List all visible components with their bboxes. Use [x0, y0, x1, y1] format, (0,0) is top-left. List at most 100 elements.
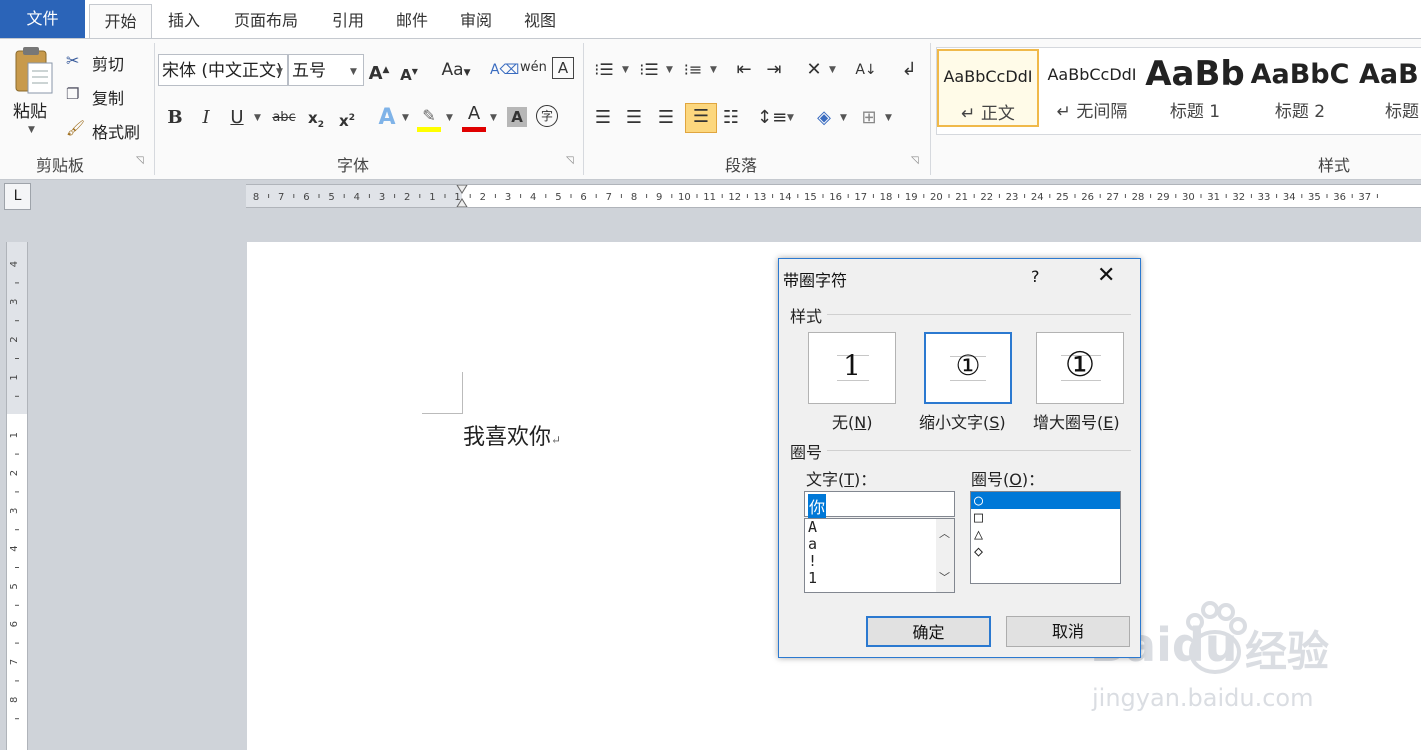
bullets-dropdown-icon[interactable]: ▼ — [622, 65, 629, 75]
style-shrink-label[interactable]: 缩小文字(S) — [919, 409, 1006, 433]
shape-list-item[interactable]: ○ — [971, 492, 1120, 509]
scroll-up-icon[interactable]: ︿ — [939, 525, 950, 541]
clear-formatting-icon[interactable]: A⌫ — [490, 57, 519, 83]
subscript-icon[interactable]: x2 — [303, 105, 329, 131]
scroll-down-icon[interactable]: ﹀ — [939, 569, 950, 585]
style-option-shrink-text[interactable]: ① — [924, 332, 1012, 404]
font-color-icon[interactable]: A — [461, 101, 487, 127]
borders-icon[interactable]: ⊞ — [856, 105, 882, 131]
text-input[interactable]: 你 — [804, 491, 955, 518]
document-text[interactable]: 我喜欢你↵ — [463, 419, 561, 451]
paste-dropdown-icon[interactable]: ▼ — [28, 125, 35, 135]
text-list-item[interactable]: A — [805, 519, 954, 536]
shape-list-item[interactable]: ◇ — [971, 543, 1120, 560]
close-button[interactable]: ✕ — [1097, 263, 1115, 288]
line-spacing-icon[interactable]: ↕≡ — [757, 105, 787, 131]
enclose-characters-icon[interactable]: 字 — [536, 105, 558, 127]
chinese-layout-icon[interactable]: ✕ — [801, 57, 827, 83]
style-enlarge-label[interactable]: 增大圈号(E) — [1033, 409, 1120, 433]
chinese-layout-dropdown-icon[interactable]: ▼ — [829, 65, 836, 75]
borders-dropdown-icon[interactable]: ▼ — [885, 113, 892, 123]
shading-icon[interactable]: ◈ — [811, 105, 837, 131]
tab-insert[interactable]: 插入 — [160, 4, 208, 38]
style-title[interactable]: AaBl 标题 — [1355, 49, 1421, 129]
increase-indent-icon[interactable]: ⇥ — [761, 57, 787, 83]
numbering-icon[interactable]: ⁝☰ — [636, 57, 662, 83]
sort-icon[interactable]: A↓ — [853, 57, 879, 83]
font-color-dropdown-icon[interactable]: ▼ — [490, 113, 497, 123]
multilevel-list-icon[interactable]: ⁝≡ — [680, 57, 706, 83]
bold-icon[interactable]: B — [162, 105, 188, 131]
horizontal-ruler[interactable]: 8 7 6 5 4 3 2 1 1 2 3 4 5 6 7 8 9 10 11 12 13 14 15 16 17 18 19 20 2… — [246, 184, 1421, 208]
help-button[interactable]: ? — [1031, 267, 1040, 286]
ok-button[interactable]: 确定 — [866, 616, 991, 647]
distributed-icon[interactable]: ☷ — [718, 105, 744, 131]
text-list-item[interactable]: 1 — [805, 570, 954, 587]
shading-dropdown-icon[interactable]: ▼ — [840, 113, 847, 123]
section-divider — [827, 314, 1131, 315]
font-name-combo[interactable]: 宋体 (中文正文) — [158, 54, 288, 86]
ruler-label: 8 — [253, 192, 259, 203]
paste-label[interactable]: 粘贴 — [13, 97, 47, 122]
vertical-ruler[interactable]: 4 3 2 1 1 2 3 4 5 6 7 8 — [6, 242, 28, 750]
tab-view[interactable]: 视图 — [516, 4, 564, 38]
bullets-icon[interactable]: ⁝☰ — [591, 57, 617, 83]
style-heading-1[interactable]: AaBb 标题 1 — [1145, 49, 1245, 129]
change-case-icon[interactable]: Aa▼ — [438, 57, 474, 83]
phonetic-guide-icon[interactable]: wén — [520, 55, 547, 81]
paste-button[interactable] — [10, 45, 56, 97]
text-list-item[interactable]: a — [805, 536, 954, 553]
shape-list-item[interactable]: □ — [971, 509, 1120, 526]
paragraph-launcher-icon[interactable]: ◹ — [911, 155, 919, 166]
ruler-label: 10 — [678, 192, 691, 203]
superscript-icon[interactable]: x2 — [334, 105, 360, 131]
underline-dropdown-icon[interactable]: ▼ — [254, 113, 261, 123]
justify-icon[interactable]: ☰ — [685, 103, 717, 133]
align-left-icon[interactable]: ☰ — [590, 105, 616, 131]
shape-list-item[interactable]: △ — [971, 526, 1120, 543]
text-effects-dropdown-icon[interactable]: ▼ — [402, 113, 409, 123]
font-name-dropdown-icon[interactable]: ▼ — [276, 67, 283, 77]
font-size-dropdown-icon[interactable]: ▼ — [350, 67, 357, 77]
clipboard-launcher-icon[interactable]: ◹ — [136, 155, 144, 166]
character-border-icon[interactable]: A — [552, 57, 574, 79]
numbering-dropdown-icon[interactable]: ▼ — [666, 65, 673, 75]
style-option-enlarge-symbol[interactable]: ① — [1036, 332, 1124, 404]
text-list-scrollbar[interactable]: ︿ ﹀ — [936, 519, 954, 592]
style-name: 标题 — [1385, 102, 1419, 122]
line-spacing-dropdown-icon[interactable]: ▼ — [787, 113, 794, 123]
tab-page-layout[interactable]: 页面布局 — [224, 4, 308, 38]
highlight-dropdown-icon[interactable]: ▼ — [446, 113, 453, 123]
style-none-label[interactable]: 无(N) — [832, 409, 872, 433]
character-shading-icon[interactable]: A — [507, 107, 527, 127]
strikethrough-icon[interactable]: abc — [268, 105, 300, 131]
highlight-icon[interactable]: ✎ — [416, 103, 442, 129]
show-marks-icon[interactable]: ↲ — [896, 57, 922, 83]
grow-font-icon[interactable]: A▲ — [366, 57, 392, 84]
style-option-none[interactable]: 1 — [808, 332, 896, 404]
style-heading-2[interactable]: AaBbC 标题 2 — [1250, 49, 1350, 129]
align-right-icon[interactable]: ☰ — [653, 105, 679, 131]
italic-icon[interactable]: I — [193, 105, 219, 131]
tab-selector-button[interactable]: L — [4, 183, 31, 210]
align-center-icon[interactable]: ☰ — [621, 105, 647, 131]
style-no-spacing[interactable]: AaBbCcDdI ↵ 无间隔 — [1042, 49, 1142, 129]
shape-listbox[interactable]: ○ □ △ ◇ — [970, 491, 1121, 584]
multilevel-dropdown-icon[interactable]: ▼ — [710, 65, 717, 75]
text-effects-icon[interactable]: A — [374, 105, 400, 131]
tab-file[interactable]: 文件 — [0, 0, 85, 38]
tab-references[interactable]: 引用 — [322, 4, 374, 38]
tab-mailings[interactable]: 邮件 — [388, 4, 436, 38]
shrink-font-icon[interactable]: A▼ — [396, 59, 422, 85]
tab-home[interactable]: 开始 — [89, 4, 152, 40]
text-listbox[interactable]: Aa! 1 ︿ ﹀ — [804, 518, 955, 593]
shape-field-label: 圈号(O)： — [971, 470, 1045, 489]
font-launcher-icon[interactable]: ◹ — [566, 155, 574, 166]
underline-icon[interactable]: U — [224, 105, 250, 131]
cancel-button[interactable]: 取消 — [1006, 616, 1130, 647]
watermark-product: 经验 — [1245, 627, 1330, 676]
style-normal[interactable]: AaBbCcDdI ↵ 正文 — [937, 49, 1039, 127]
decrease-indent-icon[interactable]: ⇤ — [731, 57, 757, 83]
text-list-item[interactable]: ! — [805, 553, 954, 570]
tab-review[interactable]: 审阅 — [452, 4, 500, 38]
